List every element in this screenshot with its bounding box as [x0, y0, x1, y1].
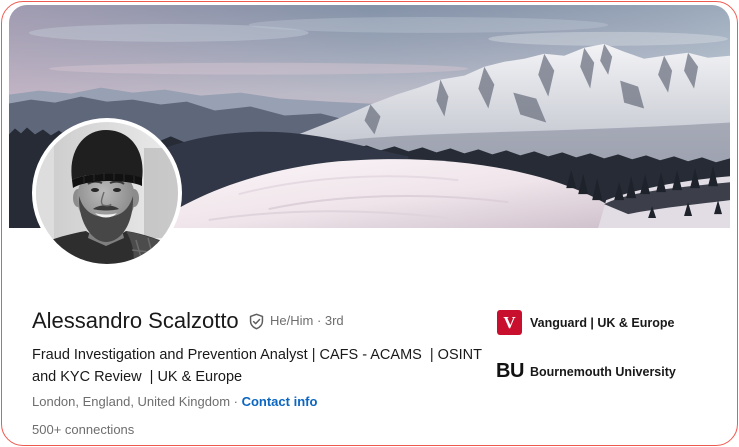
bournemouth-university-logo: BU [496, 359, 524, 384]
location-line: London, England, United Kingdom · Contact … [32, 393, 317, 411]
location-separator: · [233, 394, 238, 409]
bu-logo-letters: BU [496, 360, 524, 382]
vanguard-logo: V [497, 310, 522, 335]
education-label: Bournemouth University [530, 364, 676, 379]
profile-card: Alessandro Scalzotto He/Him · 3rd Fraud In… [0, 0, 739, 447]
vanguard-logo-letter: V [503, 313, 516, 332]
location-text: London, England, United Kingdom [32, 394, 231, 409]
connection-degree: 3rd [324, 313, 344, 328]
meta-separator: · [316, 313, 322, 328]
education-link[interactable]: BU Bournemouth University [496, 359, 676, 384]
current-company-link[interactable]: V Vanguard | UK & Europe [497, 310, 675, 335]
verified-shield-icon[interactable] [248, 313, 265, 330]
connections-count: 500+ connections [32, 422, 135, 437]
pronouns: He/Him [270, 313, 314, 328]
profile-photo[interactable] [32, 118, 182, 268]
profile-headline: Fraud Investigation and Prevention Analy… [32, 347, 486, 385]
current-company-label: Vanguard | UK & Europe [530, 315, 675, 330]
contact-info-link[interactable]: Contact info [242, 394, 318, 409]
profile-name: Alessandro Scalzotto [32, 308, 239, 333]
pronouns-and-degree: He/Him · 3rd [270, 313, 344, 329]
